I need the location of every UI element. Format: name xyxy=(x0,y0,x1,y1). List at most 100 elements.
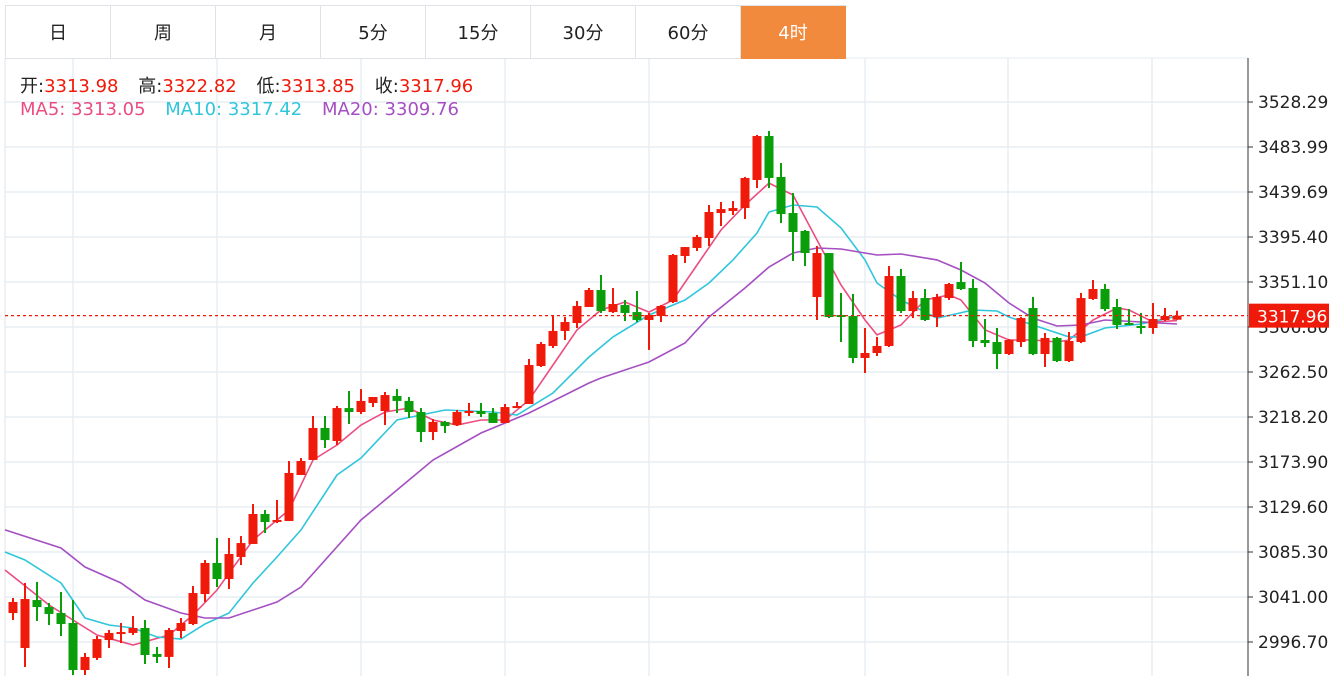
y-tick-label: 3262.50 xyxy=(1258,363,1328,383)
candle-body xyxy=(56,613,66,625)
candle-body xyxy=(872,345,882,353)
candle-up xyxy=(572,300,582,329)
candle-down xyxy=(836,292,846,343)
last-price-label: 3317.96 xyxy=(1257,308,1327,328)
candle-up xyxy=(500,403,510,423)
price-axis: 3528.293483.993439.693395.403351.103306.… xyxy=(1247,58,1328,676)
candle-body xyxy=(860,352,870,358)
tab-day[interactable]: 日 xyxy=(6,6,111,59)
y-tick-label: 2996.70 xyxy=(1258,633,1328,653)
candle-down xyxy=(1100,284,1110,312)
candle-body xyxy=(716,209,726,214)
candle-body xyxy=(452,412,462,426)
candle-body xyxy=(596,290,606,312)
candle-up xyxy=(944,283,954,300)
candle-down xyxy=(956,261,966,291)
candle-up xyxy=(908,291,918,319)
candle-body xyxy=(512,406,522,409)
candle-up xyxy=(1016,317,1026,348)
candle-body xyxy=(608,304,618,313)
candle-body xyxy=(236,543,246,557)
candle-body xyxy=(932,297,942,318)
candle-body xyxy=(296,460,306,475)
candle-up xyxy=(1148,303,1158,334)
chart-grid xyxy=(4,57,1248,676)
y-tick-label: 3041.00 xyxy=(1258,588,1328,608)
tab-4hour[interactable]: 4时 xyxy=(741,6,846,59)
candle-down xyxy=(260,510,270,533)
candle-up xyxy=(584,287,594,307)
candle-up xyxy=(8,598,18,621)
tab-5min[interactable]: 5分 xyxy=(321,6,426,59)
y-tick-label: 3483.99 xyxy=(1258,138,1328,158)
candle-body xyxy=(1088,288,1098,299)
candle-body xyxy=(428,421,438,433)
candle-body xyxy=(1064,341,1074,362)
ma10-label: MA10: xyxy=(165,99,223,120)
candle-down xyxy=(476,402,486,417)
candle-down xyxy=(56,592,66,636)
tab-15min[interactable]: 15分 xyxy=(426,6,531,59)
candle-body xyxy=(488,413,498,423)
candle-body xyxy=(848,316,858,358)
candle-up xyxy=(1160,307,1170,321)
candle-up xyxy=(104,630,114,648)
candle-up xyxy=(668,253,678,304)
candle-body xyxy=(1136,325,1146,329)
candle-body xyxy=(1160,316,1170,320)
period-tabs: 日 周 月 5分 15分 30分 60分 4时 xyxy=(5,5,846,59)
candle-body xyxy=(476,410,486,415)
candle-up xyxy=(812,246,822,320)
candle-up xyxy=(272,499,282,524)
candle-body xyxy=(332,408,342,441)
candle-down xyxy=(488,408,498,423)
candle-body xyxy=(704,212,714,239)
candle-up xyxy=(224,537,234,589)
candle-up xyxy=(296,458,306,475)
y-tick-label: 3439.69 xyxy=(1258,183,1328,203)
candle-body xyxy=(416,412,426,433)
candle-up xyxy=(80,652,90,676)
candle-body xyxy=(740,177,750,209)
candle-body xyxy=(788,213,798,233)
tab-week[interactable]: 周 xyxy=(111,6,216,59)
tab-month[interactable]: 月 xyxy=(216,6,321,59)
candle-down xyxy=(212,537,222,588)
candle-body xyxy=(152,653,162,657)
tab-60min[interactable]: 60分 xyxy=(636,6,741,59)
candle-body xyxy=(920,298,930,320)
candle-body xyxy=(620,305,630,313)
candle-down xyxy=(1052,336,1062,363)
y-tick-label: 3395.40 xyxy=(1258,228,1328,248)
tab-30min[interactable]: 30分 xyxy=(531,6,636,59)
candle-down xyxy=(800,229,810,267)
candle-body xyxy=(884,275,894,346)
candle-up xyxy=(716,201,726,227)
candle-down xyxy=(788,193,798,261)
open-label: 开: xyxy=(20,76,45,97)
candle-body xyxy=(104,632,114,641)
candle-body xyxy=(1052,337,1062,362)
candle-up xyxy=(524,358,534,404)
candle-body xyxy=(392,395,402,401)
candle-body xyxy=(1076,298,1086,343)
open-value: 3313.98 xyxy=(44,76,119,97)
candle-down xyxy=(776,163,786,223)
candle-up xyxy=(932,293,942,327)
candle-body xyxy=(320,427,330,441)
candle-up xyxy=(368,396,378,408)
candle-up xyxy=(536,342,546,368)
candle-up xyxy=(1040,332,1050,368)
candle-down xyxy=(344,390,354,424)
y-tick-label: 3129.60 xyxy=(1258,498,1328,518)
candle-down xyxy=(1028,297,1038,356)
candle-up xyxy=(752,135,762,189)
candle-down xyxy=(440,420,450,434)
candle-up xyxy=(740,176,750,220)
candle-up xyxy=(164,627,174,668)
candle-up xyxy=(560,317,570,340)
candle-body xyxy=(32,600,42,608)
candle-body xyxy=(776,176,786,215)
candle-body xyxy=(20,599,30,648)
candle-up xyxy=(728,201,738,216)
